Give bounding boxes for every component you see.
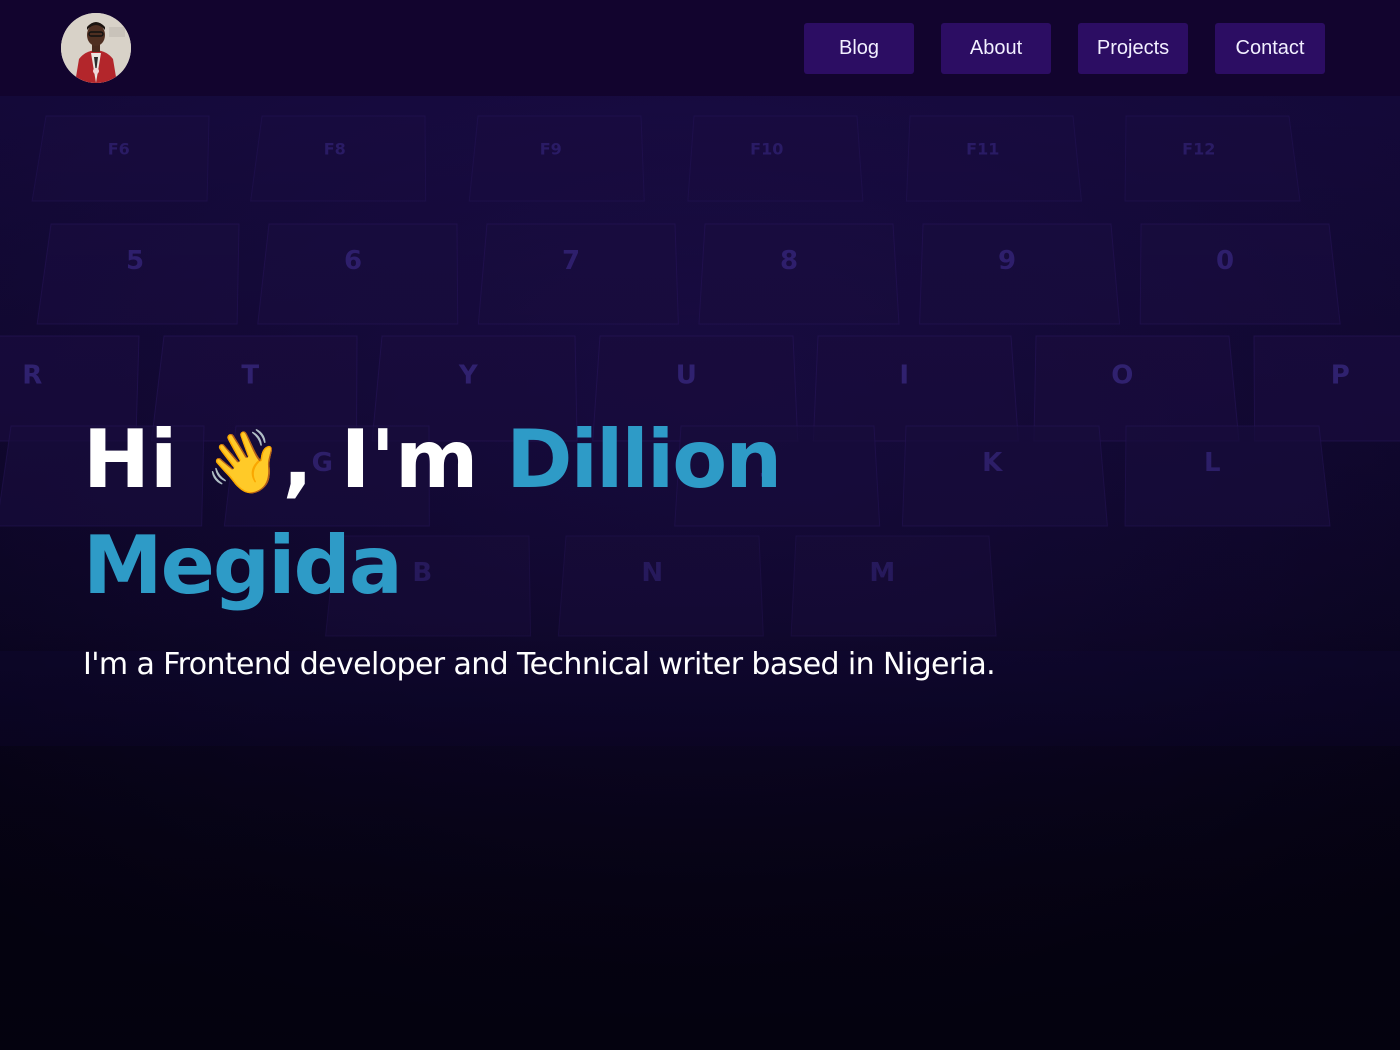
greeting-prefix: Hi <box>83 413 206 506</box>
hero-subtitle: I'm a Frontend developer and Technical w… <box>83 647 996 682</box>
last-name: Megida <box>83 519 403 612</box>
nav-projects-button[interactable]: Projects <box>1078 23 1188 74</box>
wave-emoji-icon: 👋 <box>205 425 283 498</box>
avatar-photo <box>61 13 131 83</box>
main-nav: Blog About Projects Contact <box>804 23 1325 74</box>
avatar[interactable] <box>61 13 131 83</box>
nav-contact-button[interactable]: Contact <box>1215 23 1325 74</box>
first-name: Dillion <box>506 413 782 506</box>
greeting-mid: , I'm <box>282 413 507 506</box>
nav-blog-button[interactable]: Blog <box>804 23 914 74</box>
site-header: Blog About Projects Contact <box>0 0 1400 96</box>
nav-about-button[interactable]: About <box>941 23 1051 74</box>
hero-heading: Hi 👋, I'm Dillion Megida <box>83 408 983 618</box>
